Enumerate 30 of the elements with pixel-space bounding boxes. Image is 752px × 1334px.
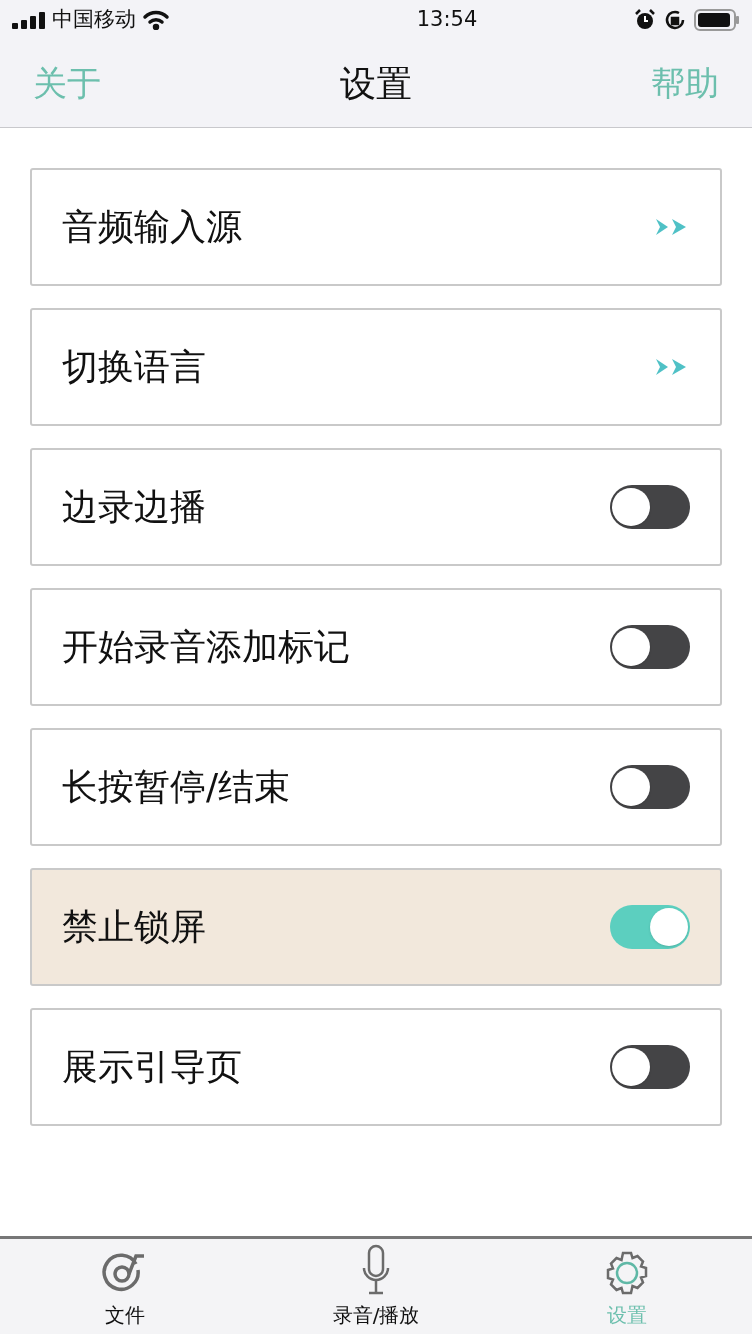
toggle-switch[interactable]	[610, 485, 690, 529]
microphone-icon	[360, 1244, 392, 1296]
settings-row[interactable]: 禁止锁屏	[30, 868, 722, 986]
toggle-switch[interactable]	[610, 765, 690, 809]
row-label: 禁止锁屏	[62, 905, 206, 949]
battery-icon	[694, 9, 740, 31]
tab-bar-item[interactable]: 文件	[0, 1239, 251, 1334]
tab-bar-item[interactable]: 录音/播放	[250, 1239, 502, 1334]
settings-row[interactable]: 展示引导页	[30, 1008, 722, 1126]
toggle-switch[interactable]	[610, 625, 690, 669]
toggle-switch[interactable]	[610, 1045, 690, 1089]
settings-row[interactable]: 边录边播	[30, 448, 722, 566]
toggle-switch[interactable]	[610, 905, 690, 949]
wifi-icon	[142, 10, 170, 30]
row-label: 开始录音添加标记	[62, 625, 350, 669]
settings-row[interactable]: 开始录音添加标记	[30, 588, 722, 706]
settings-row[interactable]: 切换语言	[30, 308, 722, 426]
row-label: 长按暂停/结束	[62, 765, 291, 809]
row-label: 边录边播	[62, 485, 206, 529]
carrier-name: 中国移动	[52, 6, 136, 34]
page-title: 设置	[340, 61, 412, 106]
settings-row[interactable]: 音频输入源	[30, 168, 722, 286]
clock-time: 13:54	[416, 6, 478, 34]
alarm-icon	[634, 9, 656, 31]
row-label: 音频输入源	[62, 205, 242, 249]
signal-icon	[12, 11, 46, 29]
settings-row[interactable]: 长按暂停/结束	[30, 728, 722, 846]
row-label: 切换语言	[62, 345, 206, 389]
row-label: 展示引导页	[62, 1045, 242, 1089]
rotation-lock-icon	[664, 9, 686, 31]
